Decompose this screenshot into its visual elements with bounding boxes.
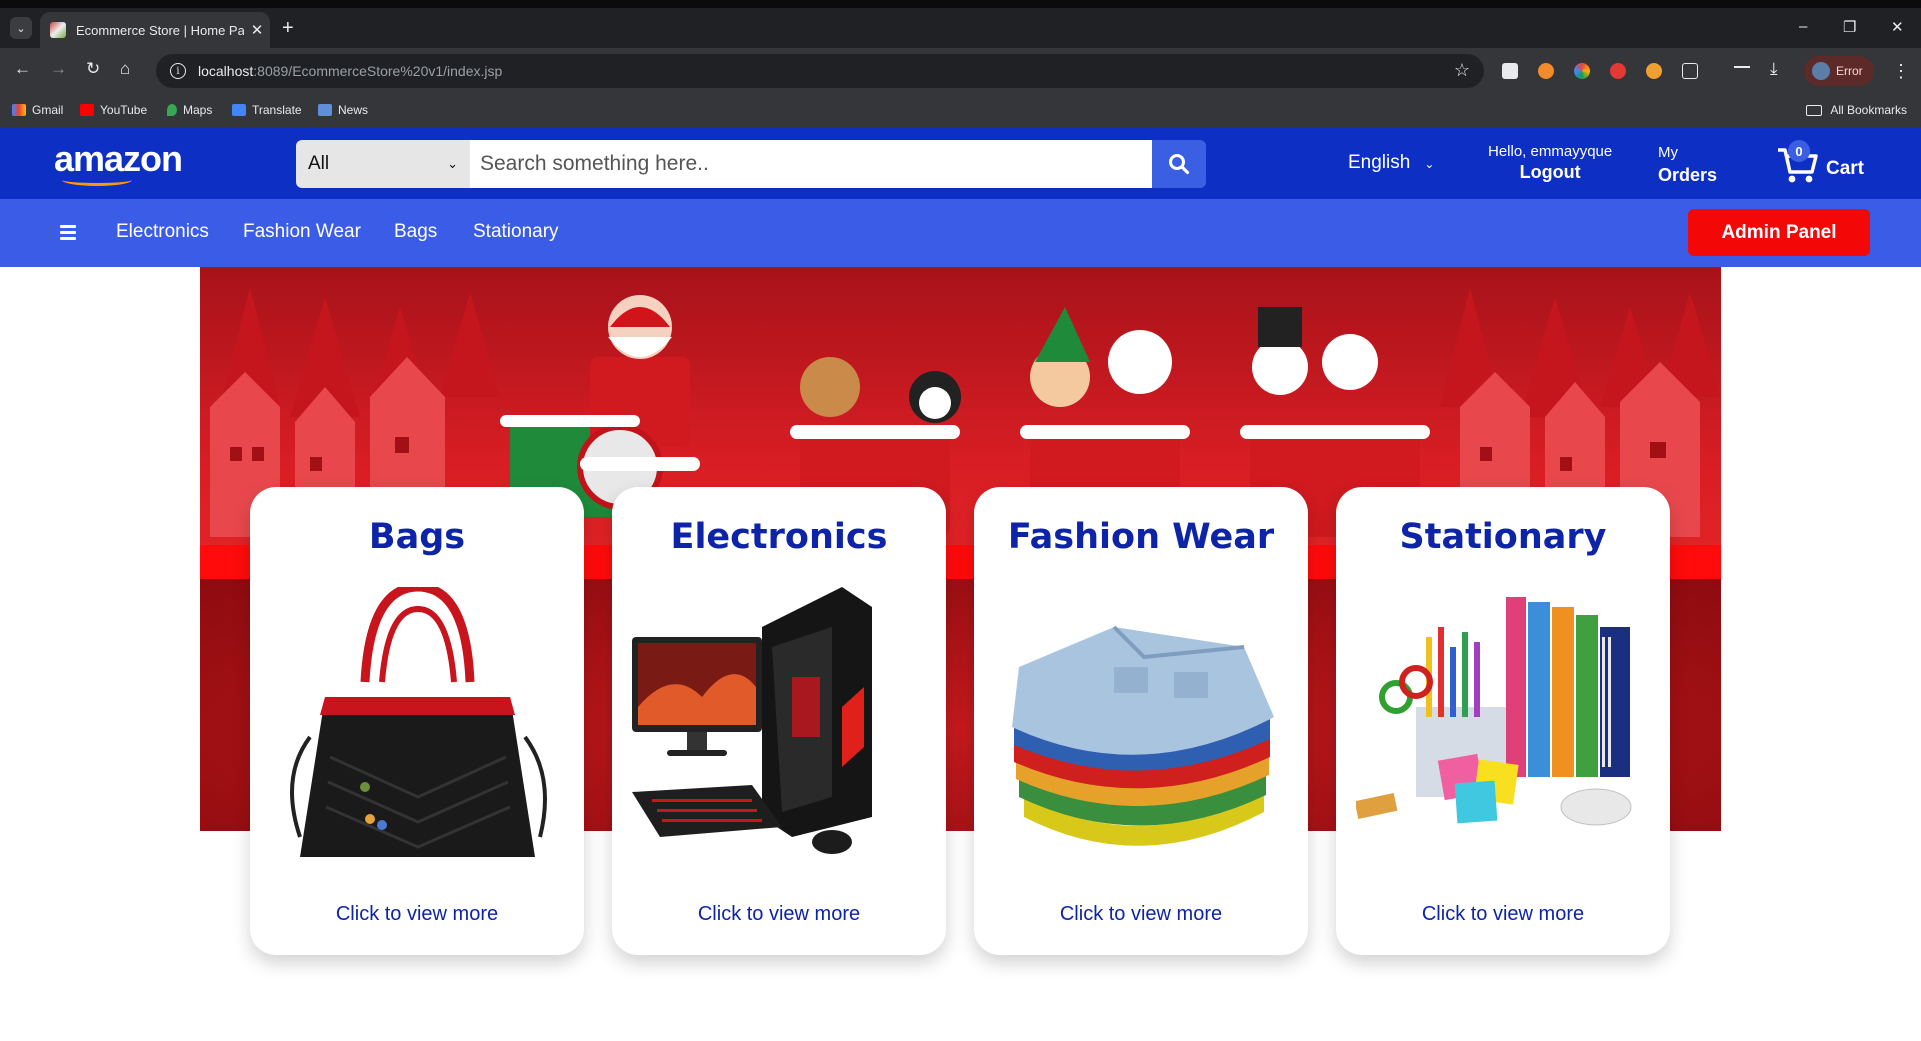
orders-link[interactable]: My Orders — [1658, 142, 1717, 186]
news-icon — [318, 104, 332, 116]
url-path: :8089/EcommerceStore%20v1/index.jsp — [253, 63, 503, 79]
bookmark-news[interactable]: News — [318, 103, 368, 117]
search-category-select[interactable]: All ⌄ — [296, 140, 470, 188]
category-nav: Electronics Fashion Wear Bags Stationary… — [0, 199, 1921, 267]
tab-close-icon[interactable]: ✕ — [244, 21, 270, 39]
view-more-link[interactable]: Click to view more — [974, 903, 1308, 926]
translate-icon — [232, 104, 246, 116]
browser-tabstrip: ⌄ Ecommerce Store | Home Page ✕ + – ❐ ✕ — [0, 0, 1921, 48]
search-category-value: All — [308, 153, 330, 174]
gmail-icon — [12, 104, 26, 116]
bookmarks-bar: Gmail YouTube Maps Translate News All Bo… — [0, 94, 1921, 128]
bookmark-translate[interactable]: Translate — [232, 103, 302, 117]
avatar — [1812, 62, 1830, 80]
handbag-image — [290, 587, 547, 857]
profile-button[interactable]: Error — [1804, 56, 1874, 86]
bookmark-label: Maps — [183, 103, 213, 117]
search-button[interactable] — [1152, 140, 1206, 188]
all-bookmarks[interactable]: All Bookmarks — [1806, 103, 1907, 117]
account-menu[interactable]: Hello, emmayyque Logout — [1488, 142, 1612, 182]
chevron-down-icon: ⌄ — [447, 156, 458, 171]
orders-line2: Orders — [1658, 165, 1718, 185]
extensions-puzzle-icon[interactable] — [1682, 63, 1698, 79]
language-value: English — [1348, 152, 1411, 173]
home-icon[interactable]: ⌂ — [120, 59, 130, 79]
tab-search-icon[interactable]: ⌄ — [10, 17, 32, 39]
logout-link[interactable]: Logout — [1488, 162, 1612, 182]
browser-toolbar: ← → ↻ ⌂ i localhost:8089/EcommerceStore%… — [0, 48, 1921, 94]
bookmark-youtube[interactable]: YouTube — [80, 103, 147, 117]
forward-icon[interactable]: → — [50, 59, 67, 79]
site-favicon-icon — [50, 22, 66, 38]
browser-tab[interactable]: Ecommerce Store | Home Page ✕ — [40, 12, 270, 48]
search-icon — [1169, 154, 1190, 175]
nav-link-fashion-wear[interactable]: Fashion Wear — [243, 221, 361, 243]
cart-count-badge: 0 — [1788, 140, 1810, 162]
nav-link-electronics[interactable]: Electronics — [116, 221, 209, 243]
bookmark-label: Translate — [252, 103, 302, 117]
close-window-icon[interactable]: ✕ — [1891, 18, 1904, 36]
tab-title: Ecommerce Store | Home Page — [76, 22, 244, 38]
back-icon[interactable]: ← — [14, 59, 31, 79]
all-bookmarks-label: All Bookmarks — [1830, 103, 1907, 117]
category-card-electronics[interactable]: Electronics Click to view more — [612, 487, 946, 955]
category-card-fashion-wear[interactable]: Fashion Wear Click to view more — [974, 487, 1308, 955]
nav-link-stationary[interactable]: Stationary — [473, 221, 559, 243]
category-card-stationary[interactable]: Stationary Click to view more — [1336, 487, 1670, 955]
maps-icon — [167, 104, 177, 116]
new-tab-icon[interactable]: + — [282, 18, 294, 38]
folder-icon — [1806, 104, 1823, 116]
profile-label: Error — [1836, 64, 1863, 78]
card-title: Stationary — [1399, 517, 1607, 557]
greeting-text: Hello, emmayyque — [1488, 143, 1613, 160]
gaming-pc-image — [632, 587, 872, 854]
reading-list-icon[interactable] — [1734, 66, 1750, 76]
site-header: amazon All ⌄ Search something here.. Eng… — [0, 128, 1921, 199]
url-host: localhost — [198, 63, 254, 79]
chevron-down-icon: ⌄ — [1424, 157, 1435, 171]
cart-button[interactable]: 0 Cart — [1776, 140, 1865, 184]
card-title: Bags — [368, 517, 466, 557]
bookmark-maps[interactable]: Maps — [167, 103, 212, 117]
hamburger-menu-icon[interactable] — [60, 225, 76, 243]
view-more-link[interactable]: Click to view more — [1336, 903, 1670, 926]
extension-icon[interactable] — [1538, 63, 1554, 79]
extension-icon[interactable] — [1502, 63, 1518, 79]
stationery-supplies-image — [1356, 597, 1632, 826]
bookmark-label: News — [338, 103, 369, 117]
bookmark-gmail[interactable]: Gmail — [12, 103, 63, 117]
search-input[interactable]: Search something here.. — [470, 140, 1152, 188]
cart-label: Cart — [1826, 158, 1865, 179]
extension-icon[interactable] — [1646, 63, 1662, 79]
card-title: Electronics — [670, 517, 888, 557]
youtube-icon — [80, 104, 94, 116]
orders-line1: My — [1658, 144, 1678, 161]
folded-clothes-image — [1012, 625, 1274, 846]
bookmark-label: Gmail — [32, 103, 64, 117]
minimize-icon[interactable]: – — [1799, 18, 1807, 35]
address-bar[interactable]: i localhost:8089/EcommerceStore%20v1/ind… — [156, 54, 1484, 88]
view-more-link[interactable]: Click to view more — [250, 903, 584, 926]
admin-panel-button[interactable]: Admin Panel — [1688, 209, 1870, 256]
bookmark-star-icon[interactable]: ☆ — [1454, 60, 1470, 81]
download-icon[interactable]: ⤓ — [1770, 59, 1778, 79]
language-select[interactable]: English ⌄ — [1348, 152, 1434, 174]
bookmark-label: YouTube — [100, 103, 148, 117]
logo-smile-icon — [62, 174, 132, 186]
search-bar: All ⌄ Search something here.. — [296, 140, 1206, 188]
extension-icon[interactable] — [1610, 63, 1626, 79]
card-title: Fashion Wear — [1007, 517, 1275, 557]
site-info-icon[interactable]: i — [170, 63, 186, 79]
extension-icon[interactable] — [1574, 63, 1590, 79]
reload-icon[interactable]: ↻ — [86, 59, 100, 79]
nav-link-bags[interactable]: Bags — [394, 221, 437, 243]
view-more-link[interactable]: Click to view more — [612, 903, 946, 926]
restore-icon[interactable]: ❐ — [1843, 18, 1856, 36]
browser-menu-icon[interactable]: ⋮ — [1892, 61, 1910, 82]
category-card-bags[interactable]: Bags Click to view more — [250, 487, 584, 955]
